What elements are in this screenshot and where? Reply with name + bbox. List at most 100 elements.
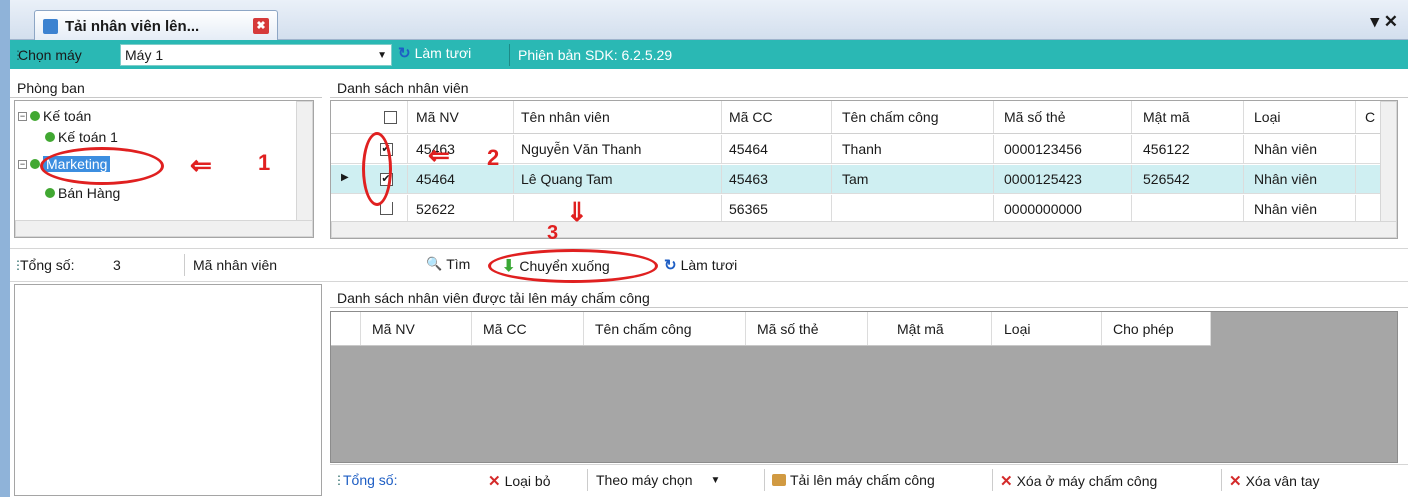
node-icon bbox=[45, 188, 55, 198]
search-field-select[interactable]: Mã nhân viên bbox=[193, 257, 277, 273]
delete-on-machine-button[interactable]: ✕ Xóa ở máy chấm công bbox=[1000, 472, 1157, 490]
cell-ma-cc: 45464 bbox=[729, 141, 768, 157]
current-row-indicator-icon: ▶ bbox=[341, 172, 349, 183]
cell-ma-the: 0000123456 bbox=[1004, 141, 1082, 157]
cell-ma-cc: 56365 bbox=[729, 200, 768, 217]
search-icon: 🔍 bbox=[426, 256, 443, 271]
by-machine-dropdown[interactable]: Theo máy chọn ▼ bbox=[596, 472, 720, 488]
upload-grid[interactable]: Mã NV Mã CC Tên chấm công Mã số thẻ Mật … bbox=[330, 311, 1398, 463]
refresh-button[interactable]: ↻ Làm tươi bbox=[398, 44, 471, 62]
cell-ma-nv: 52622 bbox=[416, 200, 455, 217]
cell-ma-the: 0000000000 bbox=[1004, 200, 1082, 217]
annotation-number-2: 2 bbox=[487, 145, 500, 170]
upload-person-icon bbox=[772, 474, 786, 486]
machine-select[interactable]: Máy 1 ▼ bbox=[120, 44, 392, 66]
col-header[interactable]: Mật mã bbox=[1137, 101, 1237, 133]
collapse-icon: − bbox=[18, 110, 27, 121]
node-icon bbox=[45, 132, 55, 142]
toolbar-divider bbox=[587, 469, 588, 491]
tab-title: Tải nhân viên lên... bbox=[65, 17, 200, 35]
col-header[interactable]: Tên chấm công bbox=[589, 312, 739, 345]
department-title: Phòng ban bbox=[17, 80, 85, 96]
total-value: 3 bbox=[113, 257, 121, 273]
col-header[interactable]: Loại bbox=[1248, 101, 1348, 133]
window-controls[interactable]: ▾ ✕ bbox=[1370, 12, 1398, 32]
grid-vertical-scrollbar[interactable] bbox=[1380, 101, 1397, 222]
cell-mat-ma bbox=[1137, 195, 1237, 222]
total-label: Tổng số: bbox=[20, 257, 75, 273]
remove-button[interactable]: ✕ Loại bỏ bbox=[488, 472, 551, 490]
cell-mat-ma: 456122 bbox=[1143, 141, 1190, 157]
col-header[interactable]: Mã số thẻ bbox=[998, 101, 1128, 133]
tree-horizontal-scrollbar[interactable] bbox=[15, 220, 313, 237]
chevron-down-icon: ▼ bbox=[377, 49, 387, 61]
tab-upload-employees[interactable]: Tải nhân viên lên... ✖ bbox=[34, 10, 278, 41]
col-header[interactable]: Mã số thẻ bbox=[751, 312, 861, 345]
employee-row[interactable]: 52622 56365 0000000000 Nhân viên bbox=[331, 195, 1381, 222]
cell-loai: Nhân viên bbox=[1254, 200, 1318, 217]
machine-select-value: Máy 1 bbox=[125, 47, 164, 63]
department-title-line bbox=[10, 97, 322, 98]
annotation-arrow-3: ⇓ bbox=[566, 197, 588, 227]
tree-node-ban-hang[interactable]: Bán Hàng bbox=[45, 185, 120, 201]
delete-machine-label: Xóa ở máy chấm công bbox=[1016, 473, 1158, 489]
annotation-arrow-1: ⇐ bbox=[190, 150, 212, 180]
cell-ten-nv bbox=[515, 195, 715, 222]
col-header[interactable]: Tên chấm công bbox=[836, 101, 986, 133]
select-all-checkbox[interactable] bbox=[383, 110, 397, 124]
close-icon[interactable]: ✖ bbox=[253, 18, 269, 34]
sdk-version: Phiên bản SDK: 6.2.5.29 bbox=[518, 47, 673, 63]
tree-node-ke-toan-1[interactable]: Kế toán 1 bbox=[45, 129, 118, 145]
cell-ma-cc: 45463 bbox=[729, 171, 768, 187]
refresh-label: Làm tươi bbox=[414, 45, 472, 61]
tree-label: Kế toán 1 bbox=[58, 129, 118, 145]
col-header[interactable]: C bbox=[1359, 101, 1381, 133]
node-icon bbox=[30, 111, 40, 121]
x-icon: ✕ bbox=[1229, 473, 1242, 490]
col-header[interactable]: Tên nhân viên bbox=[515, 101, 715, 133]
refresh-icon: ↻ bbox=[664, 257, 677, 274]
people-icon bbox=[43, 18, 58, 34]
cell-loai: Nhân viên bbox=[1254, 171, 1318, 187]
col-header[interactable]: Loại bbox=[998, 312, 1098, 345]
cell-ten-nv: Lê Quang Tam bbox=[521, 171, 613, 187]
delete-finger-label: Xóa vân tay bbox=[1245, 473, 1320, 489]
annotation-ellipse-1 bbox=[40, 147, 164, 185]
tree-vertical-scrollbar[interactable] bbox=[296, 101, 313, 221]
toolbar-divider bbox=[1221, 469, 1222, 491]
tree-node-ke-toan[interactable]: − Kế toán bbox=[18, 108, 91, 124]
refresh-list-button[interactable]: ↻ Làm tươi bbox=[664, 256, 737, 274]
by-machine-label: Theo máy chọn bbox=[596, 472, 693, 488]
col-header[interactable]: Mã CC bbox=[723, 101, 823, 133]
cell-ten-cc: Thanh bbox=[842, 141, 882, 157]
employees-title-line bbox=[330, 97, 1408, 98]
col-header[interactable]: Mã NV bbox=[410, 101, 510, 133]
machine-label: Chọn máy bbox=[18, 47, 82, 63]
find-button[interactable]: 🔍 Tìm bbox=[426, 256, 470, 272]
toolbar-divider bbox=[764, 469, 765, 491]
cell-loai: Nhân viên bbox=[1254, 141, 1318, 157]
toolbar-divider bbox=[184, 254, 185, 276]
annotation-ellipse-2 bbox=[362, 132, 392, 206]
x-icon: ✕ bbox=[1000, 473, 1013, 490]
bottom-total-label: Tổng số: bbox=[343, 472, 398, 488]
col-header[interactable]: Mã CC bbox=[477, 312, 577, 345]
left-edge-strip bbox=[0, 0, 10, 497]
annotation-number-3: 3 bbox=[547, 222, 559, 244]
annotation-number-1: 1 bbox=[258, 150, 271, 175]
delete-fingerprint-button[interactable]: ✕ Xóa vân tay bbox=[1229, 472, 1320, 490]
annotation-ellipse-3 bbox=[488, 249, 658, 283]
refresh-icon: ↻ bbox=[398, 45, 411, 62]
col-header[interactable]: Mã NV bbox=[366, 312, 466, 345]
grid-horizontal-scrollbar[interactable] bbox=[331, 221, 1397, 238]
remove-label: Loại bỏ bbox=[504, 473, 551, 489]
cell-ten-nv: Nguyễn Văn Thanh bbox=[521, 141, 642, 157]
upload-to-machine-button[interactable]: Tải lên máy chấm công bbox=[772, 472, 935, 488]
cell-ma-the: 0000125423 bbox=[1004, 171, 1082, 187]
col-header[interactable]: Mật mã bbox=[891, 312, 991, 345]
cell-mat-ma: 526542 bbox=[1143, 171, 1190, 187]
upload-grid-header: Mã NV Mã CC Tên chấm công Mã số thẻ Mật … bbox=[331, 312, 1211, 346]
upload-label: Tải lên máy chấm công bbox=[790, 472, 935, 488]
col-header[interactable]: Cho phép bbox=[1107, 312, 1207, 345]
node-icon bbox=[30, 159, 40, 169]
